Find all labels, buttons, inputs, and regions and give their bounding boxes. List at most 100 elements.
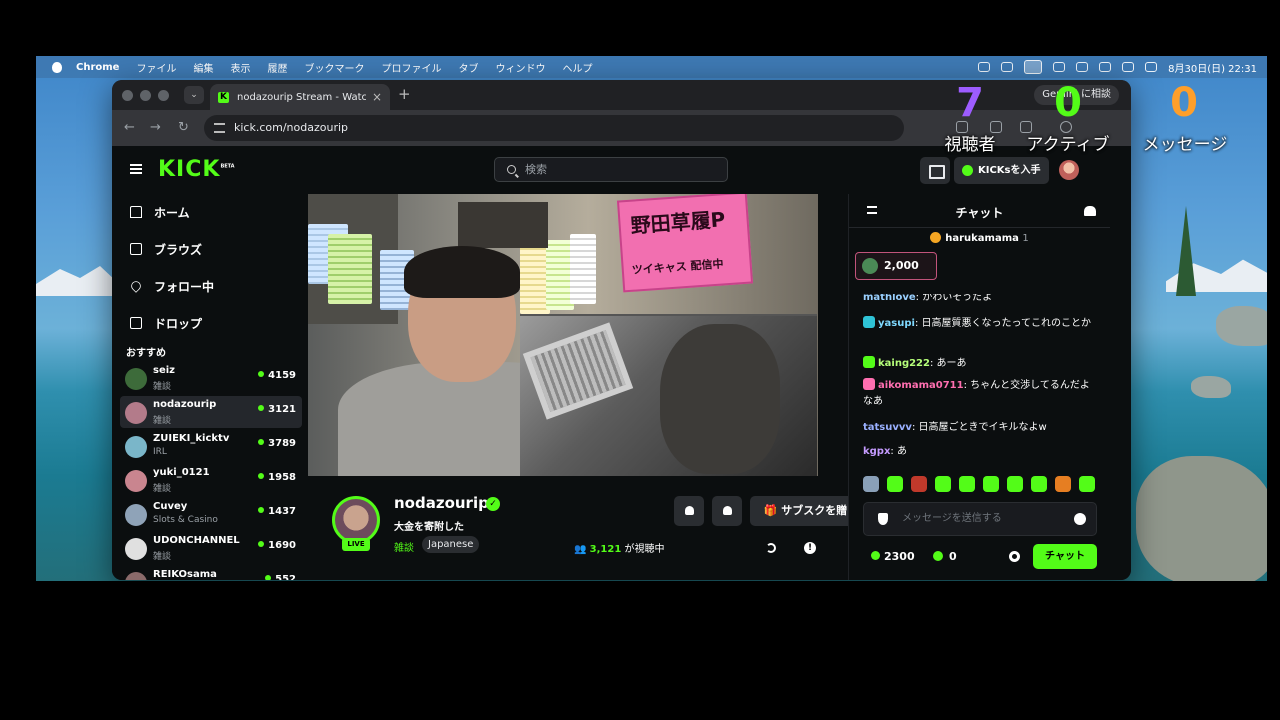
chat-users-icon[interactable] xyxy=(1084,206,1096,216)
user-badge-icon xyxy=(863,356,875,368)
live-badge: LIVE xyxy=(342,538,370,551)
chat-message: kgpx: あ xyxy=(863,444,1099,460)
get-kicks-button[interactable]: KICKsを入手 xyxy=(954,157,1049,184)
back-icon[interactable]: ← xyxy=(124,120,135,135)
address-bar[interactable]: kick.com/nodazourip xyxy=(204,115,904,141)
video-player[interactable]: 野田草履P ツイキャス 配信中 xyxy=(308,194,818,476)
minimize-window-button[interactable] xyxy=(140,90,151,101)
emote-icon[interactable] xyxy=(911,476,927,492)
menu-app[interactable]: Chrome xyxy=(76,62,119,73)
control-center-icon[interactable] xyxy=(1145,62,1158,72)
forward-icon[interactable]: → xyxy=(150,120,161,135)
sidebar-channel[interactable]: seiz 雑談 4159 xyxy=(120,362,302,394)
send-chat-button[interactable]: チャット xyxy=(1033,544,1097,569)
kicks-balance[interactable]: 0 xyxy=(933,550,957,563)
emote-icon[interactable] xyxy=(1007,476,1023,492)
apple-icon[interactable] xyxy=(52,61,62,73)
menu-profile[interactable]: プロファイル xyxy=(381,60,441,75)
heart-icon xyxy=(129,279,143,293)
sidebar-item-browse[interactable]: ブラウズ xyxy=(130,239,202,259)
emote-icon[interactable] xyxy=(983,476,999,492)
sidebar-item-drops[interactable]: ドロップ xyxy=(130,313,202,333)
home-icon xyxy=(130,206,142,218)
channel-avatar[interactable] xyxy=(332,496,380,544)
chat-username[interactable]: kaing222 xyxy=(878,358,930,369)
info-icon[interactable]: ! xyxy=(804,542,816,554)
sidebar-item-following[interactable]: フォロー中 xyxy=(129,276,214,296)
notification-bell-button[interactable] xyxy=(674,496,704,526)
emoji-icon[interactable] xyxy=(1074,513,1086,525)
user-badge-icon xyxy=(863,316,875,328)
channel-avatar xyxy=(125,572,147,580)
chat-message: mathlove: かわいそうだよ xyxy=(863,294,1099,304)
store-button[interactable] xyxy=(920,157,950,184)
tab-search-icon[interactable]: ⌄ xyxy=(184,86,204,104)
close-tab-icon[interactable]: × xyxy=(372,90,382,104)
menu-bookmarks[interactable]: ブックマーク xyxy=(304,60,364,75)
sidebar-channel[interactable]: Cuvey Slots & Casino 1437 xyxy=(120,498,302,530)
menu-edit[interactable]: 編集 xyxy=(193,60,213,75)
kicks-gift-chip[interactable]: 2,000 xyxy=(855,252,937,280)
language-tag[interactable]: Japanese xyxy=(422,536,480,553)
chat-panel: チャット harukamama 1 2,000 mathlove: かわいそうだ… xyxy=(848,194,1110,580)
favorite-heart-button[interactable] xyxy=(712,496,742,526)
overlay-active-number: 0 xyxy=(1054,80,1082,126)
kick-logo[interactable]: KICKBETA xyxy=(158,157,235,182)
chat-input-placeholder: メッセージを送信する xyxy=(902,513,1002,524)
emote-icon[interactable] xyxy=(1079,476,1095,492)
tray-icon[interactable] xyxy=(1001,62,1014,72)
close-window-button[interactable] xyxy=(122,90,133,101)
menu-file[interactable]: ファイル xyxy=(136,60,176,75)
menu-window[interactable]: ウィンドウ xyxy=(495,60,545,75)
wifi-icon[interactable] xyxy=(1122,62,1135,72)
menu-view[interactable]: 表示 xyxy=(230,60,250,75)
gear-icon[interactable] xyxy=(1009,551,1020,562)
share-icon[interactable] xyxy=(766,543,776,553)
search-input[interactable]: 検索 xyxy=(494,157,728,182)
pinned-gifter[interactable]: harukamama 1 xyxy=(849,232,1110,244)
site-settings-icon[interactable] xyxy=(214,123,225,133)
zoom-window-button[interactable] xyxy=(158,90,169,101)
stream-category[interactable]: 雑談 xyxy=(394,539,414,554)
emote-icon[interactable] xyxy=(863,476,879,492)
channel-viewers: 4159 xyxy=(258,370,296,381)
tray-icon[interactable] xyxy=(1053,62,1066,72)
menu-tab[interactable]: タブ xyxy=(458,60,478,75)
chat-message-input[interactable]: メッセージを送信する xyxy=(863,502,1097,536)
menu-icon[interactable] xyxy=(130,164,142,174)
channel-viewers: 1958 xyxy=(258,472,296,483)
channel-viewers: 552 xyxy=(265,574,296,580)
sidebar-channel[interactable]: REIKOsama 552 xyxy=(120,566,302,580)
emote-icon[interactable] xyxy=(1055,476,1071,492)
emote-icon[interactable] xyxy=(1031,476,1047,492)
channel-points[interactable]: 2300 xyxy=(871,550,915,563)
menu-history[interactable]: 履歴 xyxy=(267,60,287,75)
chat-username[interactable]: aikomama0711 xyxy=(878,380,964,391)
tray-icon[interactable] xyxy=(1099,62,1112,72)
sidebar-channel[interactable]: UDONCHANNEL 雑談 1690 xyxy=(120,532,302,564)
chat-username[interactable]: kgpx xyxy=(863,446,890,457)
sidebar-item-home[interactable]: ホーム xyxy=(130,202,190,222)
emote-icon[interactable] xyxy=(887,476,903,492)
tab-active[interactable]: K nodazourip Stream - Watc × xyxy=(210,84,390,110)
emote-icon[interactable] xyxy=(959,476,975,492)
menu-help[interactable]: ヘルプ xyxy=(562,60,592,75)
emote-row xyxy=(863,476,1095,492)
tray-icon[interactable] xyxy=(1076,62,1089,72)
menubar-clock[interactable]: 8月30日(日) 22:31 xyxy=(1168,60,1257,75)
avatar[interactable] xyxy=(1059,160,1079,180)
channel-name: seiz xyxy=(153,365,175,376)
channel-name[interactable]: nodazourip xyxy=(394,494,489,512)
sidebar-channel[interactable]: yuki_0121 雑談 1958 xyxy=(120,464,302,496)
emote-icon[interactable] xyxy=(935,476,951,492)
reload-icon[interactable]: ↻ xyxy=(178,120,189,135)
new-tab-button[interactable]: + xyxy=(398,85,411,103)
browser-window: ⌄ K nodazourip Stream - Watc × + Gemini … xyxy=(112,80,1131,580)
sidebar-channel[interactable]: ZUIEKI_kicktv IRL 3789 xyxy=(120,430,302,462)
sidebar-channel[interactable]: nodazourip 雑談 3121 xyxy=(120,396,302,428)
chat-username[interactable]: yasupi xyxy=(878,318,915,329)
tray-icon[interactable] xyxy=(978,62,991,72)
chat-username[interactable]: mathlove xyxy=(863,294,916,303)
screen-record-icon[interactable] xyxy=(1024,60,1043,74)
chat-username[interactable]: tatsuvvv xyxy=(863,422,912,433)
